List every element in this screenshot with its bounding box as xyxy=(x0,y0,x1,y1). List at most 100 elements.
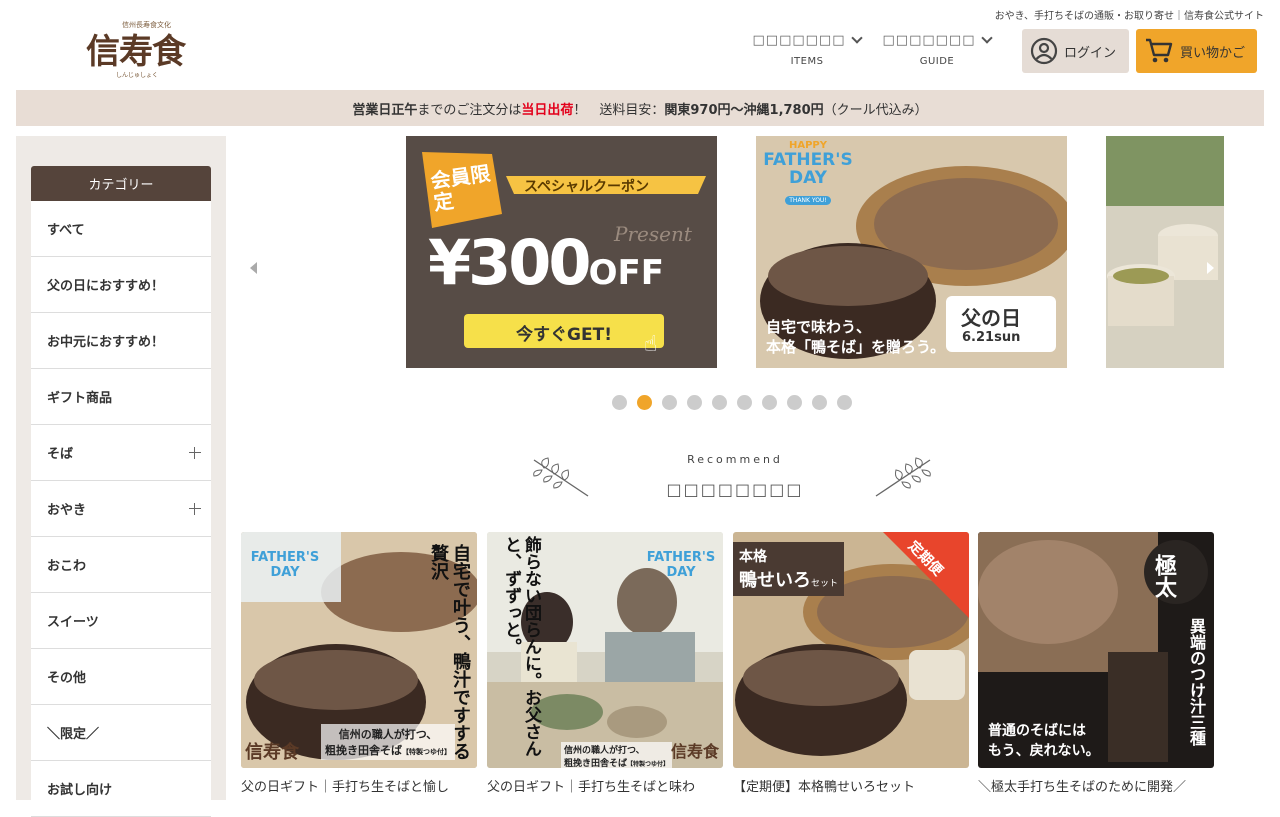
fathers-day-word: DAY xyxy=(789,168,827,188)
notice-text-2: ！ 送料目安： xyxy=(573,102,665,118)
fathers-day-logo: HAPPY FATHER'S DAY THANK YOU! xyxy=(762,140,854,206)
sidebar-item-label: ＼限定／ xyxy=(47,727,100,742)
product-title[interactable]: 父の日ギフト｜手打ち生そばと味わ xyxy=(487,776,723,795)
product-image[interactable]: 飾らない団らんに。お父さんと、ずずっと。 FATHER'S DAY 信州の職人が打… xyxy=(487,532,723,768)
slider-dot[interactable] xyxy=(762,395,777,410)
slider-dot[interactable] xyxy=(737,395,752,410)
product-2-caption: 信州の職人が打つ、 粗挽き田舎そば【特製つゆ付】 xyxy=(561,742,673,768)
product-title[interactable]: 父の日ギフト｜手打ち生そばと愉し xyxy=(241,776,477,795)
wheat-left-icon xyxy=(533,457,589,497)
product-2-caption-2: 粗挽き田舎そば xyxy=(564,759,628,768)
coupon-amount-value: ¥300 xyxy=(428,226,592,299)
cart-icon xyxy=(1146,38,1173,63)
sidebar-item-label: スイーツ xyxy=(47,615,99,630)
plus-icon[interactable] xyxy=(189,446,201,459)
login-label: ログイン xyxy=(1064,45,1117,61)
notice-cool-note: （クール代込み） xyxy=(823,102,928,118)
notice-deadline: 営業日正午 xyxy=(352,102,418,118)
product-3-copy-2: 鴨せいろ xyxy=(739,570,811,591)
product-1-caption-3: 【特製つゆ付】 xyxy=(402,748,451,756)
slider-dot[interactable] xyxy=(662,395,677,410)
fathers-copy-1: 自宅で味わう、 xyxy=(766,318,872,336)
nav-guide[interactable]: □□□□□□□ GUIDE xyxy=(882,30,994,67)
slide-coupon[interactable]: 会員限定 スペシャルクーポン Present ¥300OFF 今すぐGET! ☝ xyxy=(406,136,717,368)
fathers-thanks: THANK YOU! xyxy=(785,196,831,205)
product-image[interactable]: 極太 異端のつけ汁三種 普通のそばには もう、戻れない。 xyxy=(978,532,1214,768)
sidebar-item-label: おこわ xyxy=(47,559,87,574)
product-card[interactable]: 飾らない団らんに。お父さんと、ずずっと。 FATHER'S DAY 信州の職人が打… xyxy=(487,532,723,795)
slider-dot[interactable] xyxy=(687,395,702,410)
slider-next-button[interactable] xyxy=(1207,262,1214,274)
product-1-caption-1: 信州の職人が打つ、 xyxy=(338,728,438,741)
recommend-heading: □□□□□□□□ xyxy=(666,480,804,499)
slider-dot[interactable] xyxy=(637,395,652,410)
coupon-badge: 会員限定 xyxy=(429,161,492,215)
site-tagline: おやき、手打ちそばの通販・お取り寄せ｜信寿食公式サイト xyxy=(994,11,1264,22)
product-4-copy-2: 普通のそばには xyxy=(988,723,1086,739)
product-2-caption-3: 【特製つゆ付】 xyxy=(627,761,670,768)
product-1-fathers-day: FATHER'S DAY xyxy=(250,550,320,580)
logo-ruby: しんじゅしょく xyxy=(116,72,159,79)
cart-label: 買い物かご xyxy=(1180,45,1246,61)
slider-dot[interactable] xyxy=(612,395,627,410)
sidebar-item[interactable]: そば xyxy=(31,425,211,481)
fathers-title: FATHER'S xyxy=(763,150,853,170)
slider-prev-button[interactable] xyxy=(250,262,257,274)
site-header: おやき、手打ちそばの通販・お取り寄せ｜信寿食公式サイト 信州長寿食文化 信寿食 … xyxy=(0,0,1280,90)
nav-items-en: ITEMS xyxy=(790,56,824,67)
site-logo[interactable]: 信州長寿食文化 信寿食 しんじゅしょく xyxy=(86,18,206,82)
product-card[interactable]: FATHER'S DAY 自宅で叶う、鴨汁ですする贅沢 信州の職人が打つ、 粗挽き… xyxy=(241,532,477,795)
product-card[interactable]: 極太 異端のつけ汁三種 普通のそばには もう、戻れない。 ＼極太手打ち生そばのた… xyxy=(978,532,1214,795)
sidebar-item[interactable]: 父の日におすすめ！ xyxy=(31,257,211,313)
product-image[interactable]: FATHER'S DAY 自宅で叶う、鴨汁ですする贅沢 信州の職人が打つ、 粗挽き… xyxy=(241,532,477,768)
slider-pagination xyxy=(612,395,852,410)
fathers-copy-2: 本格「鴨そば」を贈ろう。 xyxy=(766,338,946,356)
shipping-notice: 営業日正午 までのご注文分は 当日出荷！ 送料目安： 関東970円〜沖縄1,780円（… xyxy=(16,90,1264,126)
slider-dot[interactable] xyxy=(712,395,727,410)
nav-items[interactable]: □□□□□□□ ITEMS xyxy=(752,30,864,67)
user-icon xyxy=(1030,37,1058,65)
product-card[interactable]: 本格 鴨せいろセット 定期便 【定期便】本格鴨せいろセット xyxy=(733,532,969,795)
sidebar-item[interactable]: おやき xyxy=(31,481,211,537)
product-1-copy-1: 自宅で叶う、 xyxy=(450,544,471,652)
chevron-down-icon xyxy=(851,32,864,44)
product-image[interactable]: 本格 鴨せいろセット 定期便 xyxy=(733,532,969,768)
coupon-cta-button[interactable]: 今すぐGET! xyxy=(464,320,664,345)
sidebar-item[interactable]: ギフト商品 xyxy=(31,369,211,425)
sidebar-item[interactable]: すべて xyxy=(31,201,211,257)
notice-sameday: 当日出荷 xyxy=(521,102,574,118)
nav-items-label: □□□□□□□ xyxy=(752,32,846,48)
product-2-copy-1: 飾らない団らんに。 xyxy=(521,536,541,689)
sidebar-item-label: すべて xyxy=(47,223,85,238)
sidebar-item[interactable]: その他 xyxy=(31,649,211,705)
sidebar-item[interactable]: お中元におすすめ！ xyxy=(31,313,211,369)
coupon-amount: ¥300OFF xyxy=(428,226,664,299)
product-2-logo: 信寿食 xyxy=(671,742,720,761)
sidebar-item-label: その他 xyxy=(47,671,87,686)
sidebar-item[interactable]: おこわ xyxy=(31,537,211,593)
sidebar-item-label: お試し向け xyxy=(47,783,113,798)
sidebar-item[interactable]: お試し向け xyxy=(31,761,211,817)
cart-button[interactable]: 買い物かご xyxy=(1136,29,1257,73)
fathers-label: 父の日 xyxy=(961,306,1021,330)
sidebar-item[interactable]: スイーツ xyxy=(31,593,211,649)
notice-text: までのご注文分は xyxy=(417,102,522,118)
slider-dot[interactable] xyxy=(787,395,802,410)
product-title[interactable]: 【定期便】本格鴨せいろセット xyxy=(733,776,969,795)
sidebar-item-label: ギフト商品 xyxy=(47,391,113,406)
sidebar-item[interactable]: ＼限定／ xyxy=(31,705,211,761)
product-2-copy: 飾らない団らんに。お父さんと、ずずっと。 xyxy=(501,536,541,768)
slider-dot[interactable] xyxy=(812,395,827,410)
login-button[interactable]: ログイン xyxy=(1022,29,1129,73)
sidebar-item-label: そば xyxy=(47,447,74,462)
product-title[interactable]: ＼極太手打ち生そばのために開発／ xyxy=(978,776,1214,795)
slide-tea[interactable] xyxy=(1106,136,1224,368)
product-3-title-box: 本格 鴨せいろセット xyxy=(733,542,845,596)
product-4-badge: 極太 xyxy=(1151,554,1177,598)
slide-fathers-day[interactable]: HAPPY FATHER'S DAY THANK YOU! 自宅で味わう、 本格… xyxy=(756,136,1067,368)
slider-dot[interactable] xyxy=(837,395,852,410)
product-4-copy-1: 異端のつけ汁三種 xyxy=(1187,618,1206,746)
sidebar-item-label: お中元におすすめ！ xyxy=(47,335,165,350)
plus-icon[interactable] xyxy=(189,502,201,515)
sidebar-item-label: おやき xyxy=(47,503,87,518)
